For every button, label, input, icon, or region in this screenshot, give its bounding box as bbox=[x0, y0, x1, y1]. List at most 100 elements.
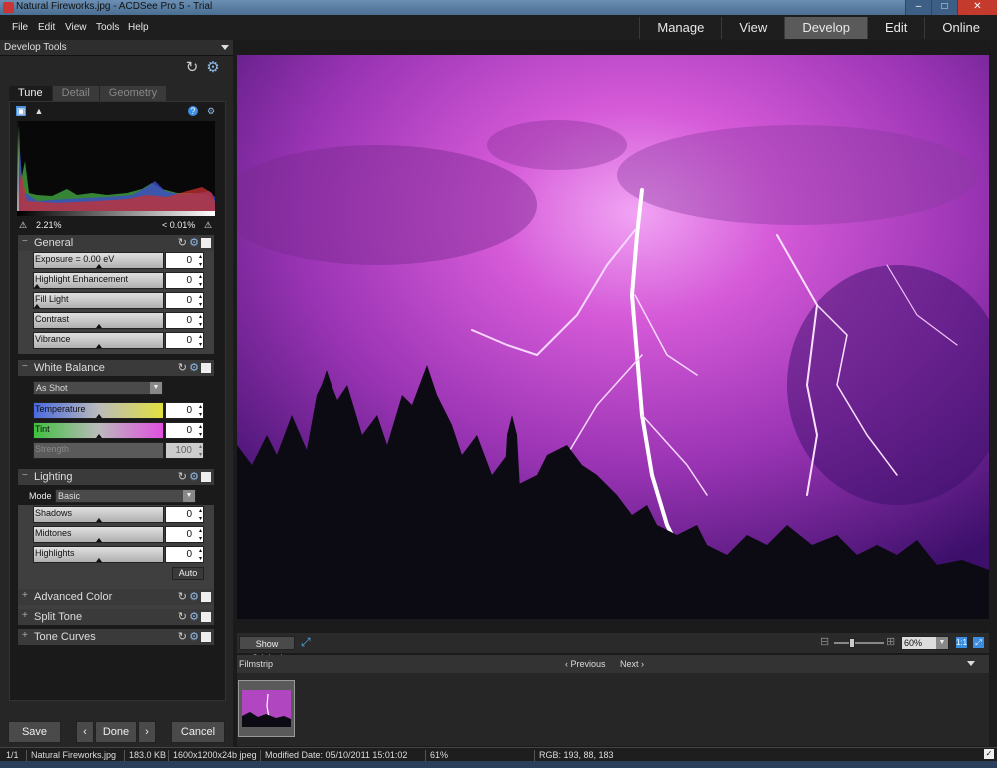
tint-value[interactable]: 0 bbox=[165, 422, 204, 439]
reset-icon[interactable]: ↻ bbox=[178, 590, 187, 603]
highlights-slider[interactable]: Highlights bbox=[33, 546, 164, 563]
auto-button[interactable]: Auto bbox=[172, 567, 204, 580]
exposure-slider[interactable]: Exposure = 0.00 eV bbox=[33, 252, 164, 269]
slider-knob[interactable] bbox=[95, 414, 102, 418]
reset-icon[interactable]: ↻ bbox=[178, 630, 187, 643]
slider-knob[interactable] bbox=[95, 518, 102, 522]
enable-checkbox[interactable] bbox=[201, 363, 211, 373]
temperature-slider[interactable]: Temperature bbox=[33, 402, 164, 419]
midtones-value[interactable]: 0 bbox=[165, 526, 204, 543]
cancel-button[interactable]: Cancel bbox=[171, 721, 225, 743]
slider-knob[interactable] bbox=[95, 434, 102, 438]
chevron-down-icon[interactable]: ▼ bbox=[183, 490, 195, 502]
expand-icon[interactable]: + bbox=[22, 630, 28, 641]
slider-knob[interactable] bbox=[95, 324, 102, 328]
minimize-button[interactable]: – bbox=[905, 0, 931, 15]
tune-settings-icon[interactable]: ⚙ bbox=[206, 106, 216, 116]
highlight-clip-warning-icon[interactable]: ⚠ bbox=[203, 220, 213, 230]
enable-checkbox[interactable] bbox=[201, 472, 211, 482]
filmstrip-thumbnail[interactable] bbox=[238, 680, 295, 737]
next-link[interactable]: Next › bbox=[620, 659, 644, 669]
fit-to-window-icon[interactable]: ⤢ bbox=[973, 637, 984, 648]
chevron-down-icon[interactable] bbox=[967, 661, 975, 666]
shadows-value[interactable]: 0 bbox=[165, 506, 204, 523]
save-button[interactable]: Save bbox=[8, 721, 61, 743]
next-image-button[interactable]: › bbox=[138, 721, 156, 743]
section-general[interactable]: − General ↻ ⚙ bbox=[18, 235, 214, 251]
zoom-dropdown[interactable]: 60% ▼ bbox=[901, 636, 949, 650]
menu-view[interactable]: View bbox=[65, 22, 87, 33]
contrast-slider[interactable]: Contrast bbox=[33, 312, 164, 329]
zoom-slider-knob[interactable] bbox=[848, 638, 855, 648]
mode-view[interactable]: View bbox=[721, 17, 784, 39]
section-tone-curves[interactable]: + Tone Curves ↻ ⚙ bbox=[18, 629, 214, 645]
mode-edit[interactable]: Edit bbox=[867, 17, 924, 39]
lighting-mode-dropdown[interactable]: Basic ▼ bbox=[55, 489, 196, 503]
zoom-slider[interactable] bbox=[834, 638, 884, 648]
highlight-enhancement-slider[interactable]: Highlight Enhancement bbox=[33, 272, 164, 289]
slider-knob[interactable] bbox=[95, 558, 102, 562]
zoom-in-icon[interactable]: ⊞ bbox=[886, 635, 895, 648]
maximize-button[interactable]: □ bbox=[931, 0, 957, 15]
histogram-mode-icon[interactable]: ▣ bbox=[16, 106, 26, 116]
menu-file[interactable]: File bbox=[12, 22, 28, 33]
slider-knob[interactable] bbox=[95, 344, 102, 348]
gear-icon[interactable]: ⚙ bbox=[189, 361, 199, 374]
enable-checkbox[interactable] bbox=[201, 592, 211, 602]
vibrance-value[interactable]: 0 bbox=[165, 332, 204, 349]
gear-icon[interactable]: ⚙ bbox=[189, 590, 199, 603]
menu-tools[interactable]: Tools bbox=[96, 22, 119, 33]
image-viewer[interactable] bbox=[237, 55, 989, 619]
enable-checkbox[interactable] bbox=[201, 612, 211, 622]
expand-icon[interactable]: + bbox=[22, 590, 28, 601]
reset-icon[interactable]: ↻ bbox=[178, 470, 187, 483]
collapse-icon[interactable]: − bbox=[22, 236, 28, 247]
exposure-value[interactable]: 0 bbox=[165, 252, 204, 269]
menu-help[interactable]: Help bbox=[128, 22, 149, 33]
gear-icon[interactable]: ⚙ bbox=[189, 610, 199, 623]
menu-edit[interactable]: Edit bbox=[38, 22, 55, 33]
tint-slider[interactable]: Tint bbox=[33, 422, 164, 439]
chevron-down-icon[interactable]: ▼ bbox=[150, 382, 162, 394]
fill-light-value[interactable]: 0 bbox=[165, 292, 204, 309]
tab-detail[interactable]: Detail bbox=[52, 86, 99, 101]
shadow-clip-warning-icon[interactable]: ⚠ bbox=[18, 220, 28, 230]
slider-knob[interactable] bbox=[34, 284, 40, 288]
mode-online[interactable]: Online bbox=[924, 17, 997, 39]
actual-size-icon[interactable]: 1:1 bbox=[956, 637, 967, 648]
expand-icon[interactable]: + bbox=[22, 610, 28, 621]
warning-icon[interactable]: ▲ bbox=[34, 106, 44, 116]
mode-develop[interactable]: Develop bbox=[784, 17, 868, 39]
chevron-down-icon[interactable]: ▼ bbox=[936, 637, 948, 649]
zoom-out-icon[interactable]: ⊟ bbox=[820, 635, 829, 648]
slider-knob[interactable] bbox=[95, 538, 102, 542]
section-advanced-color[interactable]: + Advanced Color ↻ ⚙ bbox=[18, 589, 214, 605]
slider-knob[interactable] bbox=[34, 304, 40, 308]
refresh-icon[interactable]: ↻ bbox=[184, 60, 200, 76]
contrast-value[interactable]: 0 bbox=[165, 312, 204, 329]
highlight-enhancement-value[interactable]: 0 bbox=[165, 272, 204, 289]
section-white-balance[interactable]: − White Balance ↻ ⚙ bbox=[18, 360, 214, 376]
gear-icon[interactable]: ⚙ bbox=[189, 470, 199, 483]
fill-light-slider[interactable]: Fill Light bbox=[33, 292, 164, 309]
slider-knob[interactable] bbox=[95, 264, 102, 268]
reset-icon[interactable]: ↻ bbox=[178, 236, 187, 249]
panel-menu-arrow-icon[interactable] bbox=[221, 45, 229, 50]
enable-checkbox[interactable] bbox=[201, 632, 211, 642]
tab-geometry[interactable]: Geometry bbox=[99, 86, 167, 101]
white-balance-preset-dropdown[interactable]: As Shot ▼ bbox=[33, 381, 163, 395]
reset-icon[interactable]: ↻ bbox=[178, 610, 187, 623]
gear-icon[interactable]: ⚙ bbox=[189, 630, 199, 643]
status-check-icon[interactable]: ✓ bbox=[984, 749, 994, 759]
mode-manage[interactable]: Manage bbox=[639, 17, 721, 39]
midtones-slider[interactable]: Midtones bbox=[33, 526, 164, 543]
tab-tune[interactable]: Tune bbox=[9, 86, 52, 101]
gear-icon[interactable]: ⚙ bbox=[205, 60, 221, 76]
done-button[interactable]: Done bbox=[95, 721, 137, 743]
collapse-icon[interactable]: − bbox=[22, 361, 28, 372]
enable-checkbox[interactable] bbox=[201, 238, 211, 248]
reset-icon[interactable]: ↻ bbox=[178, 361, 187, 374]
temperature-value[interactable]: 0 bbox=[165, 402, 204, 419]
section-split-tone[interactable]: + Split Tone ↻ ⚙ bbox=[18, 609, 214, 625]
previous-link[interactable]: ‹ Previous bbox=[565, 659, 606, 669]
